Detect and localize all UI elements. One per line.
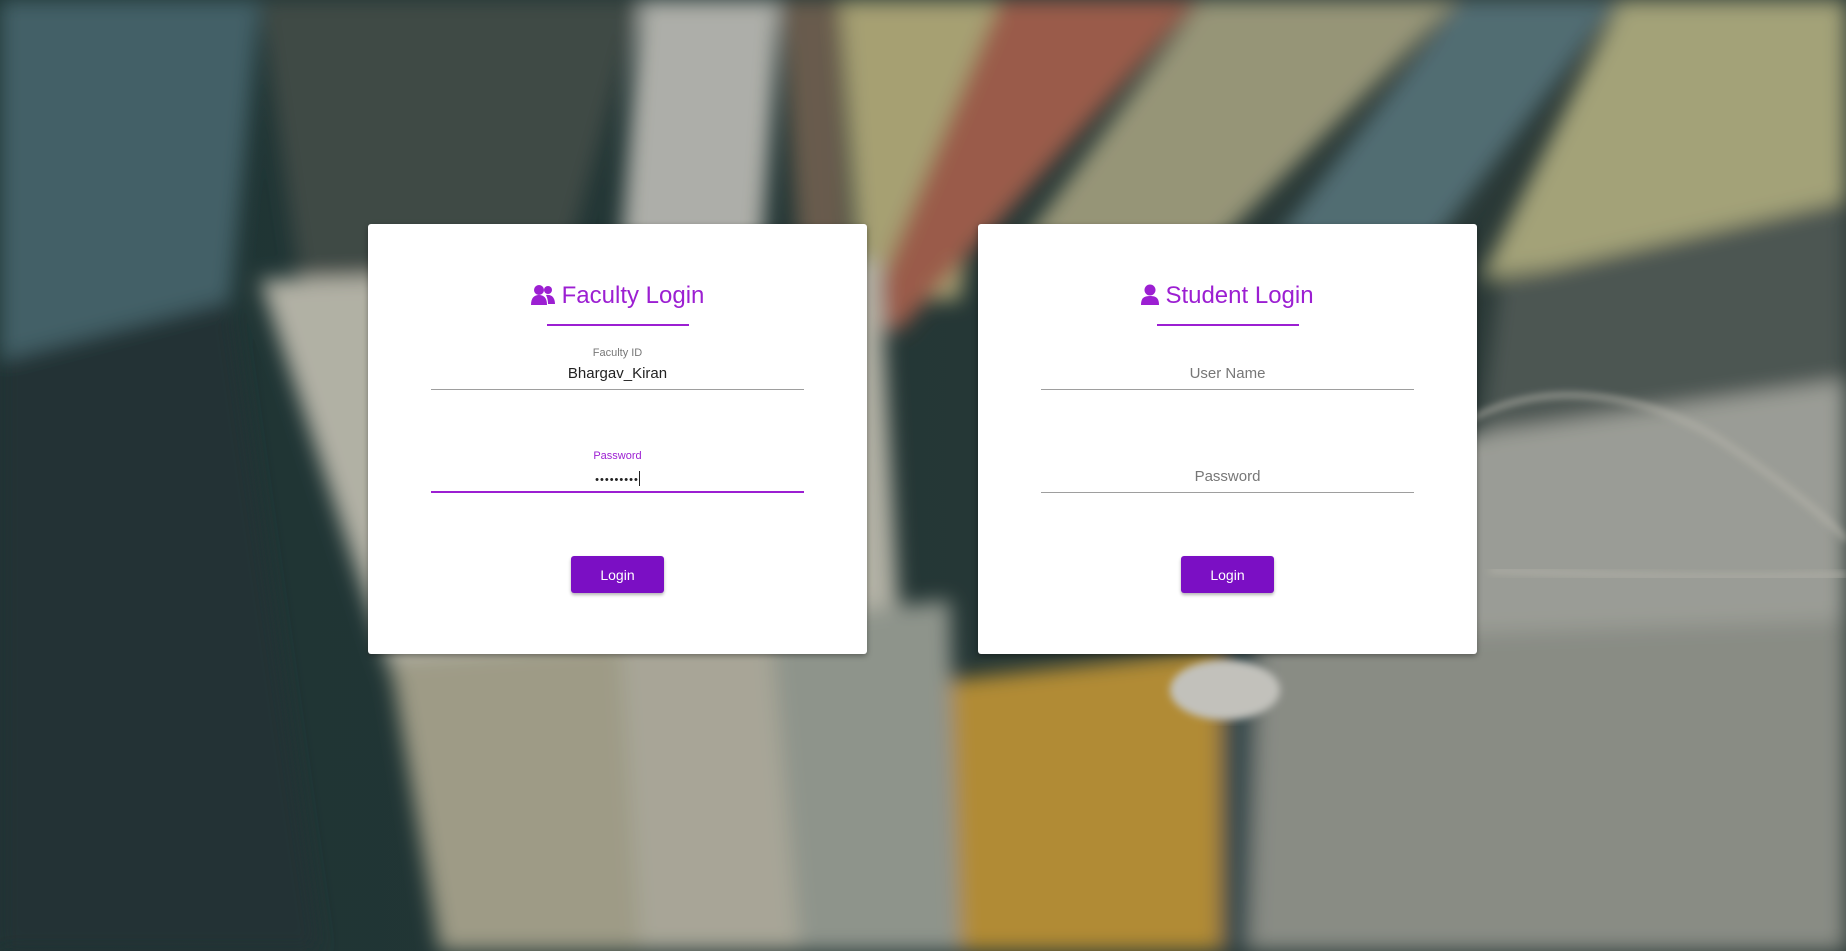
title-underline [1157, 324, 1299, 326]
student-password-field[interactable]: Password [1041, 450, 1414, 494]
faculty-id-underline [431, 389, 804, 390]
faculty-id-field[interactable]: Faculty ID Bhargav_Kiran [431, 347, 804, 391]
student-username-placeholder[interactable]: User Name [1041, 365, 1414, 382]
faculty-login-card: Faculty Login Faculty ID Bhargav_Kiran P… [368, 224, 867, 654]
faculty-id-label: Faculty ID [592, 347, 643, 359]
student-login-card: Student Login User Name Password Login [978, 224, 1477, 654]
faculty-password-value[interactable]: ••••••••• [431, 471, 804, 486]
users-icon [530, 284, 556, 313]
faculty-id-value[interactable]: Bhargav_Kiran [431, 365, 804, 382]
student-login-button[interactable]: Login [1181, 556, 1274, 593]
background-image [0, 0, 1846, 951]
student-login-title: Student Login [978, 282, 1477, 313]
faculty-password-underline [431, 491, 804, 493]
faculty-password-field[interactable]: Password ••••••••• [431, 450, 804, 494]
faculty-password-label: Password [593, 450, 642, 462]
student-username-underline [1041, 389, 1414, 390]
faculty-login-title-text: Faculty Login [561, 282, 705, 309]
student-username-field[interactable]: User Name [1041, 347, 1414, 391]
faculty-login-button[interactable]: Login [571, 556, 664, 593]
title-underline [547, 324, 689, 326]
student-password-placeholder[interactable]: Password [1041, 468, 1414, 485]
student-login-title-text: Student Login [1165, 282, 1314, 309]
user-icon [1141, 284, 1160, 313]
faculty-login-title: Faculty Login [368, 282, 867, 313]
student-password-underline [1041, 492, 1414, 493]
